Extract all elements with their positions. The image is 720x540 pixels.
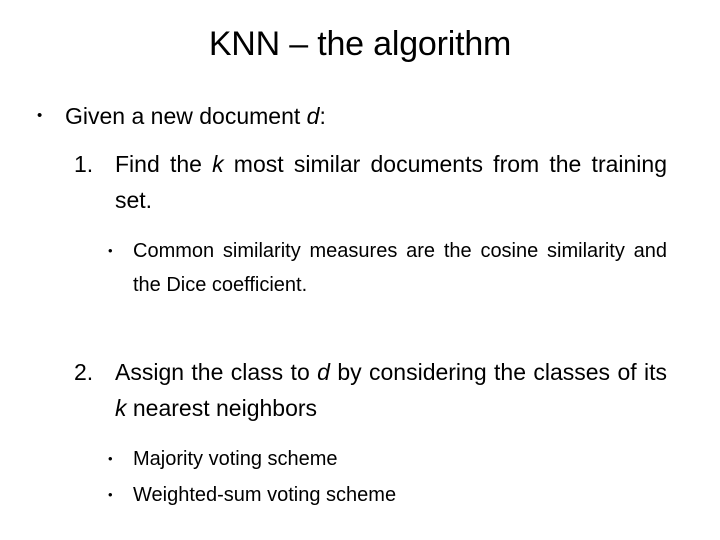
- step2-text-c: nearest neighbors: [126, 395, 318, 421]
- sub-bullet-similarity-text: Common similarity measures are the cosin…: [133, 240, 667, 296]
- bullet-icon: •: [108, 243, 113, 258]
- numbered-item-2: 2. Assign the class to d by considering …: [0, 354, 720, 426]
- list-number-1: 1.: [74, 151, 94, 177]
- numbered-item-1: 1. Find the k most similar documents fro…: [0, 146, 720, 218]
- sub-bullet-weighted-sum-voting: • Weighted-sum voting scheme: [0, 478, 720, 512]
- sub-bullet-similarity: • Common similarity measures are the cos…: [0, 234, 720, 302]
- list-number-2: 2.: [74, 359, 94, 385]
- slide-body: • Given a new document d: 1. Find the k …: [0, 100, 720, 514]
- step1-text-a: Find the: [115, 151, 213, 177]
- sub-bullet-majority-voting-text: Majority voting scheme: [133, 448, 338, 470]
- step2-text-b: by considering the classes of its: [329, 359, 668, 385]
- step1-italic-k: k: [212, 151, 224, 177]
- step2-italic-d: d: [317, 359, 330, 385]
- bullet-icon: •: [37, 107, 43, 124]
- numbered-item-2-text: Assign the class to d by considering the…: [115, 354, 667, 426]
- sub-bullet-weighted-sum-voting-text: Weighted-sum voting scheme: [133, 484, 397, 506]
- bullet-icon: •: [108, 451, 113, 466]
- bullet-icon: •: [108, 487, 113, 502]
- step2-text-a: Assign the class to: [115, 359, 318, 385]
- intro-text-before: Given a new document: [65, 103, 307, 129]
- numbered-item-1-text: Find the k most similar documents from t…: [115, 146, 667, 218]
- sub-bullet-majority-voting: • Majority voting scheme: [0, 442, 720, 476]
- intro-italic-d: d: [306, 103, 320, 129]
- slide: KNN – the algorithm • Given a new docume…: [0, 0, 720, 540]
- intro-text-after: :: [319, 103, 326, 129]
- page-title: KNN – the algorithm: [208, 25, 512, 63]
- bullet-item-intro: • Given a new document d:: [0, 100, 720, 132]
- step2-italic-k: k: [115, 395, 127, 421]
- bullet-intro-text: Given a new document d:: [65, 103, 326, 129]
